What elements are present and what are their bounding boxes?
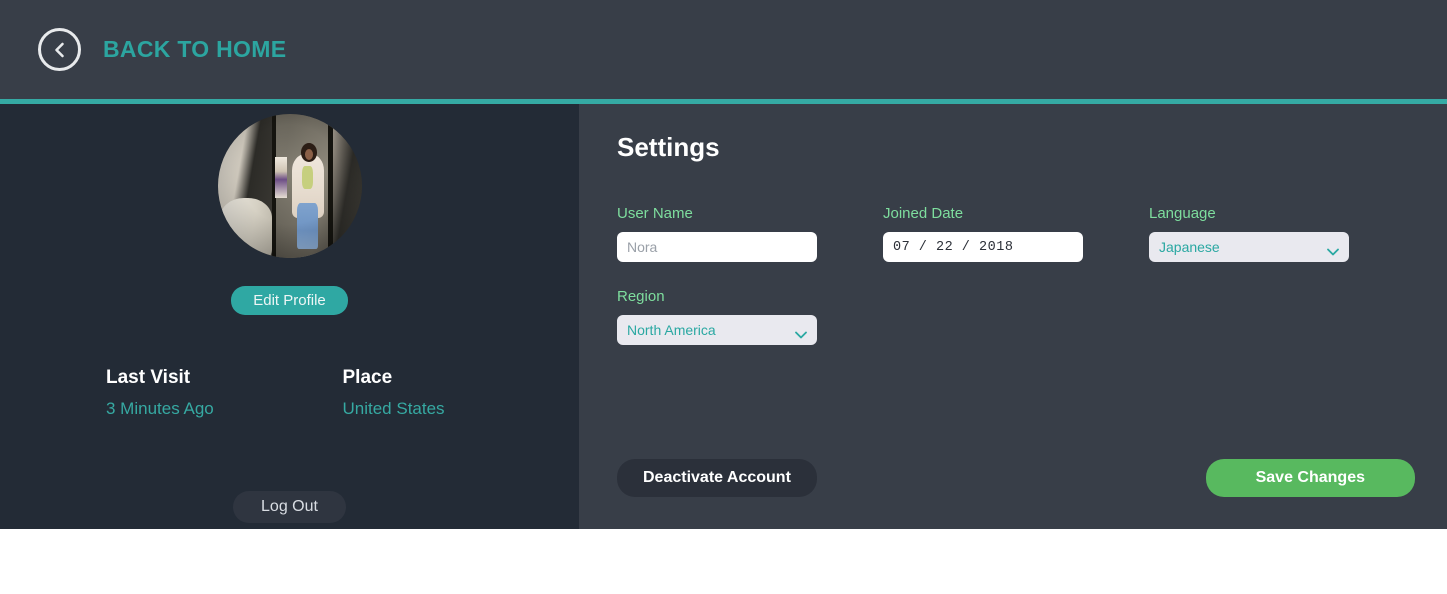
- region-select[interactable]: North America: [617, 315, 817, 345]
- field-region: Region North America: [617, 288, 817, 345]
- field-user-name-label: User Name: [617, 205, 693, 222]
- profile-stats: Last Visit 3 Minutes Ago Place United St…: [0, 367, 579, 419]
- edit-profile-container: Edit Profile: [0, 286, 579, 315]
- field-user-name: User Name: [617, 205, 817, 262]
- edit-profile-button[interactable]: Edit Profile: [231, 286, 348, 315]
- language-select[interactable]: Japanese: [1149, 232, 1349, 262]
- field-joined-date: Joined Date: [883, 205, 1083, 262]
- logout-button[interactable]: Log Out: [233, 491, 346, 523]
- content-area: Edit Profile Last Visit 3 Minutes Ago Pl…: [0, 104, 1447, 529]
- field-language: Language Japanese: [1149, 205, 1349, 262]
- avatar: [217, 114, 362, 258]
- app-header: BACK TO HOME: [0, 0, 1447, 99]
- stat-last-visit-value: 3 Minutes Ago: [106, 399, 214, 418]
- stat-place: Place United States: [343, 367, 580, 419]
- settings-row-2: Region North America: [617, 288, 1415, 345]
- page-title: Settings: [617, 132, 720, 162]
- back-to-home-label: BACK TO HOME: [103, 36, 287, 62]
- avatar-photo-vignette: [217, 114, 362, 258]
- settings-panel: Settings User Name Joined Date Language …: [579, 104, 1447, 529]
- language-select-wrapper: Japanese: [1149, 232, 1349, 262]
- joined-date-input[interactable]: [883, 232, 1083, 262]
- save-changes-button[interactable]: Save Changes: [1205, 459, 1415, 497]
- profile-settings-app: BACK TO HOME Edit Profile Last Visit 3 M…: [0, 0, 1447, 529]
- user-name-input[interactable]: [617, 232, 817, 262]
- field-region-label: Region: [617, 288, 665, 305]
- deactivate-account-button[interactable]: Deactivate Account: [617, 459, 817, 497]
- stat-place-value: United States: [342, 399, 445, 418]
- back-to-home-button[interactable]: BACK TO HOME: [38, 28, 286, 71]
- settings-row-1: User Name Joined Date Language Japanese: [617, 205, 1415, 262]
- stat-last-visit-title: Last Visit: [106, 367, 191, 388]
- chevron-left-circle-icon: [38, 28, 81, 71]
- panel-actions: Deactivate Account Save Changes: [617, 459, 1415, 497]
- stat-place-title: Place: [342, 367, 393, 388]
- field-language-label: Language: [1149, 205, 1216, 222]
- profile-sidebar: Edit Profile Last Visit 3 Minutes Ago Pl…: [0, 104, 579, 529]
- avatar-container: [0, 104, 579, 258]
- region-select-wrapper: North America: [617, 315, 817, 345]
- stat-last-visit: Last Visit 3 Minutes Ago: [106, 367, 343, 419]
- logout-container: Log Out: [0, 491, 579, 523]
- field-joined-date-label: Joined Date: [883, 205, 964, 222]
